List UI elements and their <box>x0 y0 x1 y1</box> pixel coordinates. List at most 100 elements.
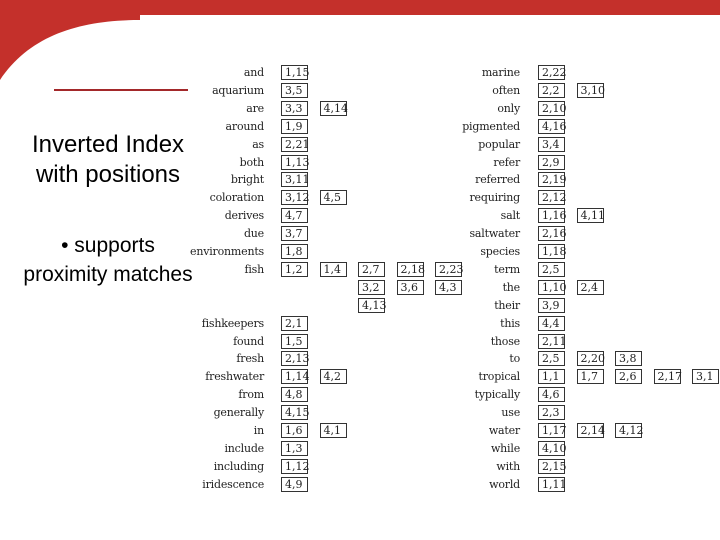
index-term: as <box>252 137 264 151</box>
posting-box: 4,10 <box>538 440 567 456</box>
posting-box: 3,7 <box>281 226 308 242</box>
posting-box: 1,17 <box>538 423 567 438</box>
inverted-index-figure: and 1,15 aquarium 3,5 are 3,3 4,14 around 1,9 as 2… <box>0 0 720 540</box>
index-term: derives <box>224 209 264 223</box>
posting-box: 1,7 <box>576 369 604 385</box>
posting-box: 2,7 <box>358 261 385 277</box>
posting-box: 3,2 <box>358 279 385 295</box>
index-term: fishkeepers <box>201 316 264 330</box>
posting-box: 3,4 <box>538 136 565 152</box>
posting-box: 1,9 <box>281 118 308 134</box>
index-term: found <box>233 334 264 348</box>
posting-box: 1,18 <box>538 244 567 259</box>
index-term: fresh <box>236 352 264 366</box>
posting-box: 3,10 <box>576 82 605 98</box>
posting-box: 1,10 <box>538 279 567 295</box>
posting-box: 2,15 <box>538 458 567 474</box>
posting-box: 2,10 <box>538 100 567 116</box>
index-term: due <box>243 227 264 241</box>
index-term: requiring <box>469 191 520 205</box>
index-term: pigmented <box>462 119 520 133</box>
posting-box: 3,5 <box>281 82 308 98</box>
index-term: while <box>490 441 520 455</box>
index-term: in <box>253 424 264 437</box>
index-term: fish <box>244 262 264 276</box>
index-term: water <box>488 424 520 437</box>
posting-box: 2,11 <box>538 333 567 349</box>
posting-box: 2,1 <box>281 315 308 331</box>
posting-box: 4,15 <box>281 405 310 421</box>
index-term: marine <box>481 66 520 79</box>
posting-box: 4,4 <box>538 315 565 331</box>
posting-box: 3,11 <box>281 172 310 188</box>
posting-box: 2,20 <box>576 351 605 367</box>
posting-box: 4,8 <box>281 387 308 403</box>
posting-box: 2,12 <box>538 190 567 206</box>
posting-box: 4,1 <box>319 423 347 438</box>
index-term: to <box>509 352 520 366</box>
posting-box: 1,4 <box>319 261 347 277</box>
index-term: world <box>489 477 520 491</box>
posting-box: 4,11 <box>576 208 605 224</box>
index-term: generally <box>213 406 265 420</box>
index-term: are <box>246 101 264 115</box>
index-term: this <box>500 316 520 330</box>
index-term: and <box>243 66 264 79</box>
posting-box: 1,2 <box>281 261 308 277</box>
index-term: species <box>480 245 520 258</box>
posting-box: 1,6 <box>281 423 308 438</box>
index-term: including <box>213 459 264 473</box>
index-term: refer <box>493 155 520 169</box>
index-term: from <box>238 388 264 402</box>
posting-box: 4,7 <box>281 208 308 224</box>
posting-box: 2,3 <box>538 405 565 421</box>
posting-box: 1,16 <box>538 208 567 224</box>
index-term: aquarium <box>212 83 264 97</box>
posting-box: 2,21 <box>281 136 310 152</box>
posting-box: 3,9 <box>538 297 565 313</box>
posting-box: 4,14 <box>319 100 348 116</box>
posting-box: 1,5 <box>281 333 308 349</box>
posting-box: 2,5 <box>538 351 565 367</box>
index-term: saltwater <box>469 227 520 241</box>
index-term: both <box>239 155 265 169</box>
index-term: iridescence <box>202 477 264 491</box>
index-term: with <box>496 459 520 473</box>
posting-box: 2,9 <box>538 154 565 170</box>
index-term: freshwater <box>205 370 264 384</box>
posting-box: 1,12 <box>281 458 310 474</box>
posting-box: 3,3 <box>281 100 308 116</box>
posting-box: 1,13 <box>281 154 310 170</box>
posting-box: 4,5 <box>319 190 347 206</box>
posting-box: 1,14 <box>281 369 310 385</box>
posting-box: 2,2 <box>538 82 565 98</box>
posting-box: 4,9 <box>281 476 308 492</box>
posting-box: 2,5 <box>538 261 565 277</box>
posting-box: 2,6 <box>615 369 642 385</box>
index-term: the <box>502 280 521 294</box>
posting-box: 2,19 <box>538 172 567 188</box>
posting-box: 1,11 <box>538 476 567 492</box>
index-term: salt <box>500 209 521 223</box>
posting-box: 3,8 <box>615 351 642 367</box>
posting-box: 1,8 <box>281 244 308 259</box>
posting-box: 2,22 <box>538 65 567 80</box>
posting-box: 4,13 <box>358 297 387 313</box>
index-term: typically <box>474 388 521 402</box>
posting-box: 1,3 <box>281 440 308 456</box>
posting-box: 4,2 <box>319 369 347 385</box>
posting-box: 1,15 <box>281 65 310 80</box>
posting-box: 3,12 <box>281 190 310 206</box>
posting-box: 2,17 <box>653 369 682 385</box>
index-term: include <box>224 441 264 455</box>
posting-box: 2,4 <box>576 279 604 295</box>
index-term: tropical <box>478 370 521 384</box>
posting-box: 2,13 <box>281 351 310 367</box>
posting-box: 1,1 <box>538 369 565 385</box>
index-term: referred <box>475 173 520 187</box>
posting-box: 4,6 <box>538 387 565 403</box>
index-term: bright <box>230 173 264 187</box>
index-term: around <box>225 119 265 133</box>
index-term: use <box>501 406 520 420</box>
posting-box: 2,14 <box>576 423 605 438</box>
